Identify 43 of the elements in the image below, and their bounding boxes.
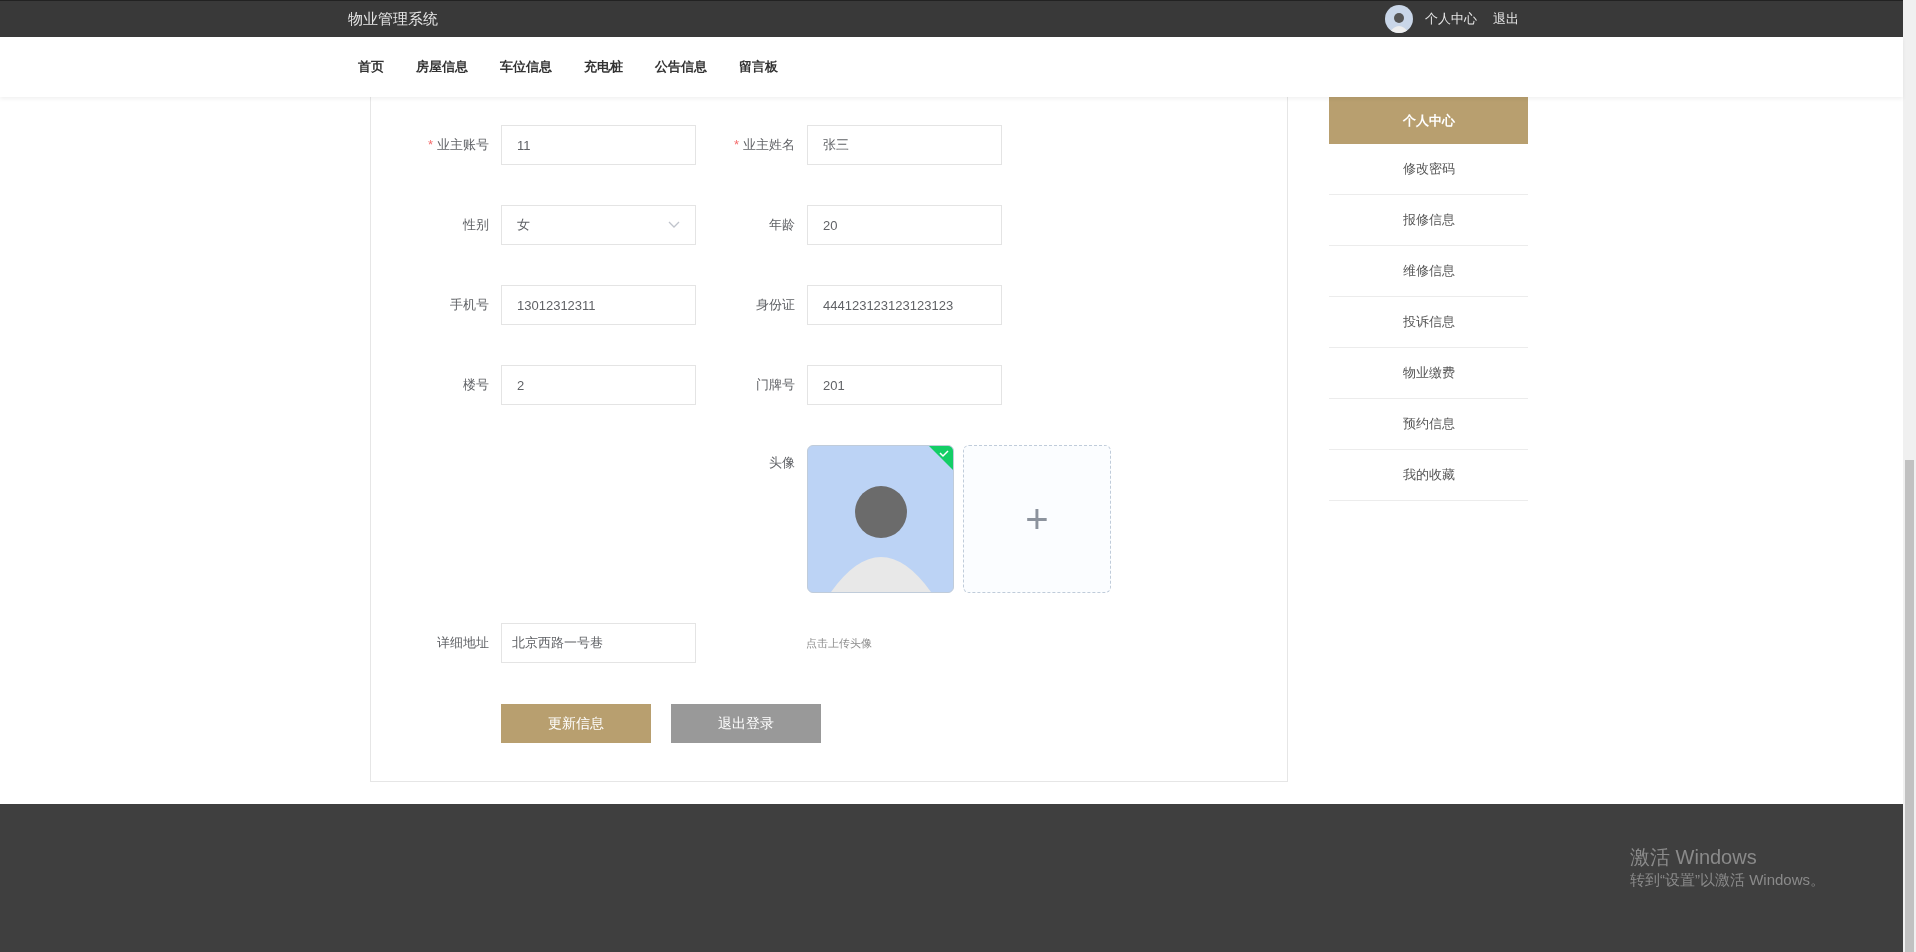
nav-link[interactable]: 公告信息 (645, 57, 717, 77)
activation-notice-title: 激活 Windows (1630, 845, 1758, 870)
field-label: 楼号 (463, 376, 489, 395)
header-link[interactable]: 退出 (1493, 9, 1519, 29)
nav-link[interactable]: 车位信息 (490, 57, 562, 77)
input-field[interactable]: 444123123123123123 (807, 285, 1002, 325)
sidebar-item[interactable]: 维修信息 (1329, 246, 1528, 297)
chevron-down-icon (668, 221, 680, 229)
field-label: 头像 (768, 454, 796, 472)
sidebar-item[interactable]: 修改密码 (1329, 144, 1528, 195)
nav-link[interactable]: 首页 (348, 57, 394, 77)
nav-link[interactable]: 留言板 (729, 57, 788, 77)
input-field[interactable]: 北京西路一号巷 (501, 623, 696, 663)
input-field[interactable]: 2 (501, 365, 696, 405)
sidebar-item[interactable]: 预约信息 (1329, 399, 1528, 450)
field-label: 业主账号 (437, 136, 489, 155)
input-field[interactable]: 13012312311 (501, 285, 696, 325)
sidebar-item[interactable]: 报修信息 (1329, 195, 1528, 246)
input-field[interactable]: 20 (807, 205, 1002, 245)
sidebar-item[interactable]: 物业缴费 (1329, 348, 1528, 399)
field-label: 详细地址 (436, 634, 490, 653)
sidebar-item[interactable]: 我的收藏 (1329, 450, 1528, 501)
nav-link[interactable]: 充电桩 (574, 57, 633, 77)
field-label: 门牌号 (756, 376, 795, 395)
input-field[interactable]: 201 (807, 365, 1002, 405)
field-label: 身份证 (756, 296, 795, 315)
activation-notice-message: 转到“设置”以激活 Windows。 (1630, 870, 1826, 890)
site-title: 物业管理系统 (348, 8, 438, 29)
input-field[interactable]: 11 (501, 125, 696, 165)
field-label: 业主姓名 (743, 136, 795, 155)
header-link[interactable]: 个人中心 (1425, 9, 1477, 29)
select-field[interactable]: 女 (501, 205, 696, 245)
field-label: 手机号 (450, 296, 489, 315)
upload-hint: 点击上传头像 (806, 635, 872, 651)
nav-link[interactable]: 房屋信息 (406, 57, 478, 77)
scrollbar[interactable] (1903, 0, 1916, 952)
required-mark: * (733, 136, 739, 155)
sidebar-item[interactable]: 投诉信息 (1329, 297, 1528, 348)
required-mark: * (427, 136, 433, 155)
input-field[interactable]: 张三 (807, 125, 1002, 165)
field-label: 年龄 (769, 216, 795, 235)
user-avatar[interactable] (1385, 5, 1413, 33)
field-label: 性别 (463, 216, 489, 235)
